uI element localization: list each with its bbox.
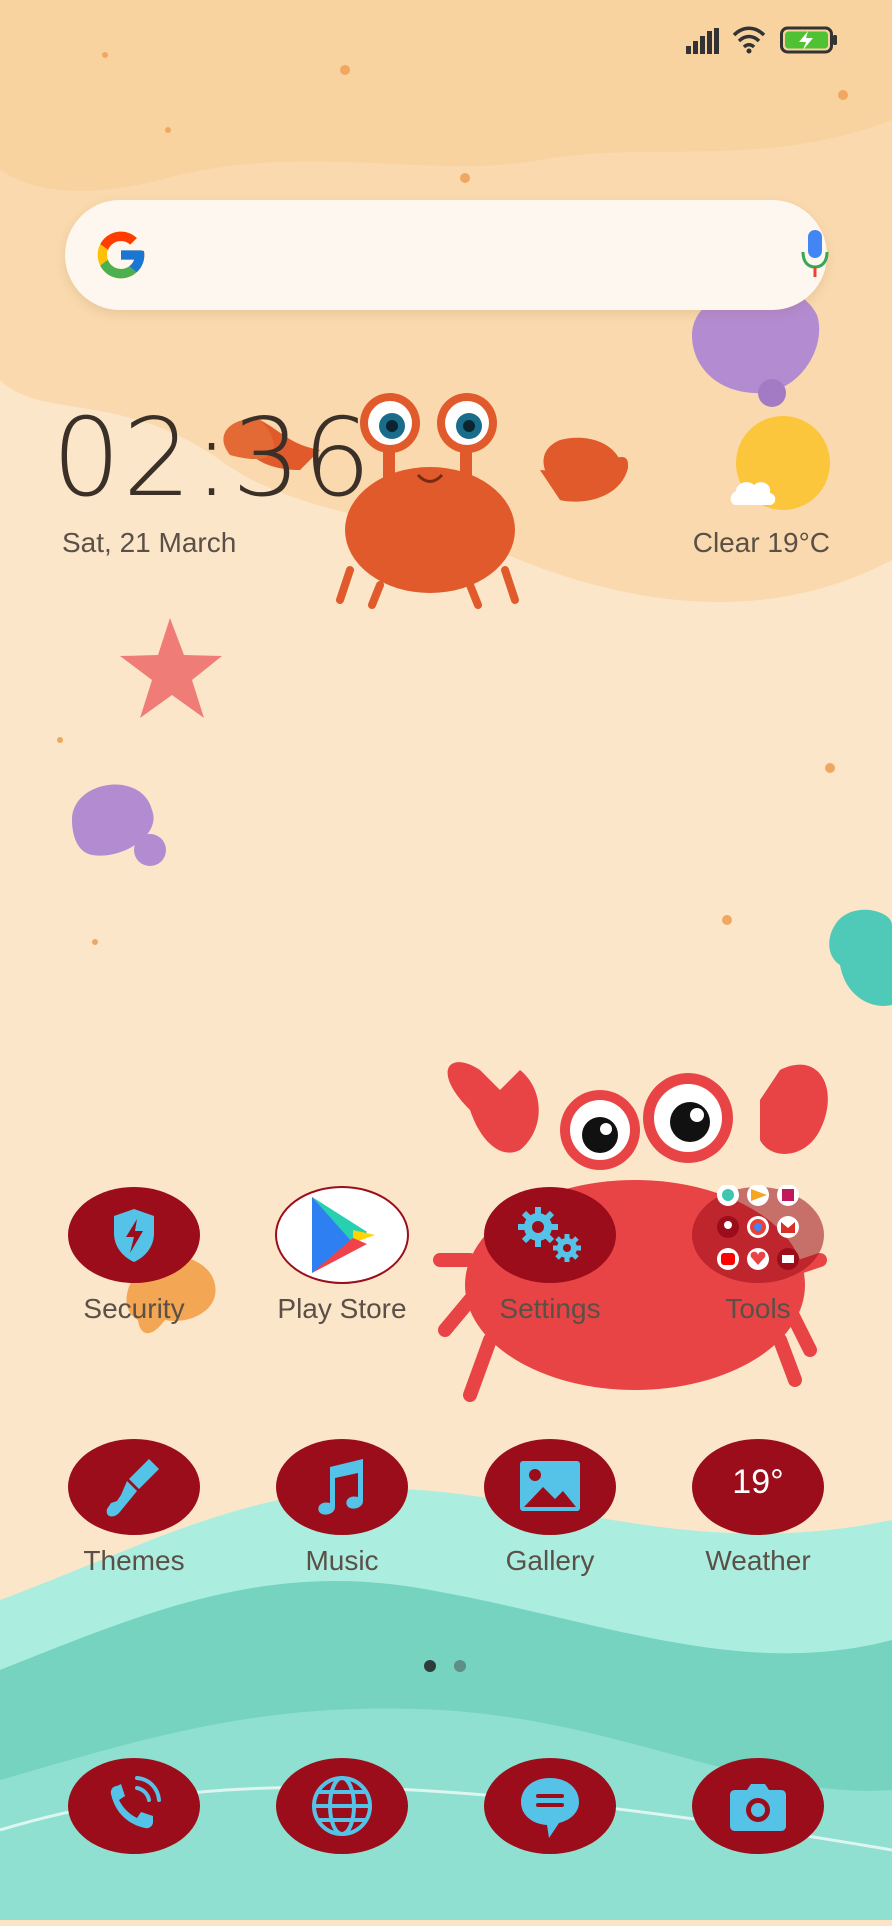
cellular-signal-icon bbox=[686, 28, 719, 54]
app-label: Gallery bbox=[505, 1545, 595, 1576]
app-label: Weather bbox=[705, 1545, 811, 1576]
app-label: Play Store bbox=[277, 1293, 407, 1324]
microphone-icon[interactable] bbox=[800, 230, 830, 280]
app-weather[interactable]: 19° Weather bbox=[654, 1437, 862, 1607]
wifi-icon bbox=[732, 26, 766, 54]
play-store-icon bbox=[275, 1186, 409, 1284]
app-music[interactable]: Music bbox=[238, 1437, 446, 1607]
folder-tools[interactable]: Tools bbox=[654, 1185, 862, 1355]
partly-sunny-icon bbox=[730, 416, 830, 510]
clock-time[interactable]: 02:36 bbox=[52, 405, 373, 513]
phone-icon bbox=[68, 1758, 200, 1854]
app-settings[interactable]: Settings bbox=[446, 1185, 654, 1355]
battery-charging-icon bbox=[780, 26, 837, 54]
app-security[interactable]: Security bbox=[30, 1185, 238, 1355]
clock-date: Sat, 21 March bbox=[62, 527, 237, 558]
google-g-icon bbox=[97, 231, 145, 279]
app-themes[interactable]: Themes bbox=[30, 1437, 238, 1607]
page-indicator[interactable] bbox=[420, 1658, 472, 1674]
app-gallery[interactable]: Gallery bbox=[446, 1437, 654, 1607]
search-bar[interactable] bbox=[65, 200, 830, 310]
folder-label: Tools bbox=[725, 1293, 791, 1324]
page-dot-active[interactable] bbox=[424, 1660, 436, 1672]
dock-camera[interactable] bbox=[654, 1756, 862, 1926]
globe-icon bbox=[276, 1758, 408, 1854]
app-label: Music bbox=[305, 1545, 379, 1576]
dock-phone[interactable] bbox=[30, 1756, 238, 1926]
camera-icon bbox=[692, 1758, 824, 1854]
paintbrush-icon bbox=[68, 1439, 200, 1535]
gears-icon bbox=[484, 1187, 616, 1283]
message-icon bbox=[484, 1758, 616, 1854]
weather-summary: Clear 19°C bbox=[692, 527, 830, 558]
shield-lightning-icon bbox=[68, 1187, 200, 1283]
image-icon bbox=[484, 1439, 616, 1535]
weather-temperature: 19° bbox=[732, 1463, 784, 1501]
dock-browser[interactable] bbox=[238, 1756, 446, 1926]
app-label: Themes bbox=[83, 1545, 185, 1576]
folder-icon bbox=[692, 1185, 824, 1283]
status-bar bbox=[0, 0, 892, 80]
page-dot[interactable] bbox=[454, 1660, 466, 1672]
dock-messages[interactable] bbox=[446, 1756, 654, 1926]
music-note-icon bbox=[276, 1439, 408, 1535]
app-label: Security bbox=[83, 1293, 185, 1324]
app-play-store[interactable]: Play Store bbox=[238, 1185, 446, 1355]
app-label: Settings bbox=[499, 1293, 601, 1324]
